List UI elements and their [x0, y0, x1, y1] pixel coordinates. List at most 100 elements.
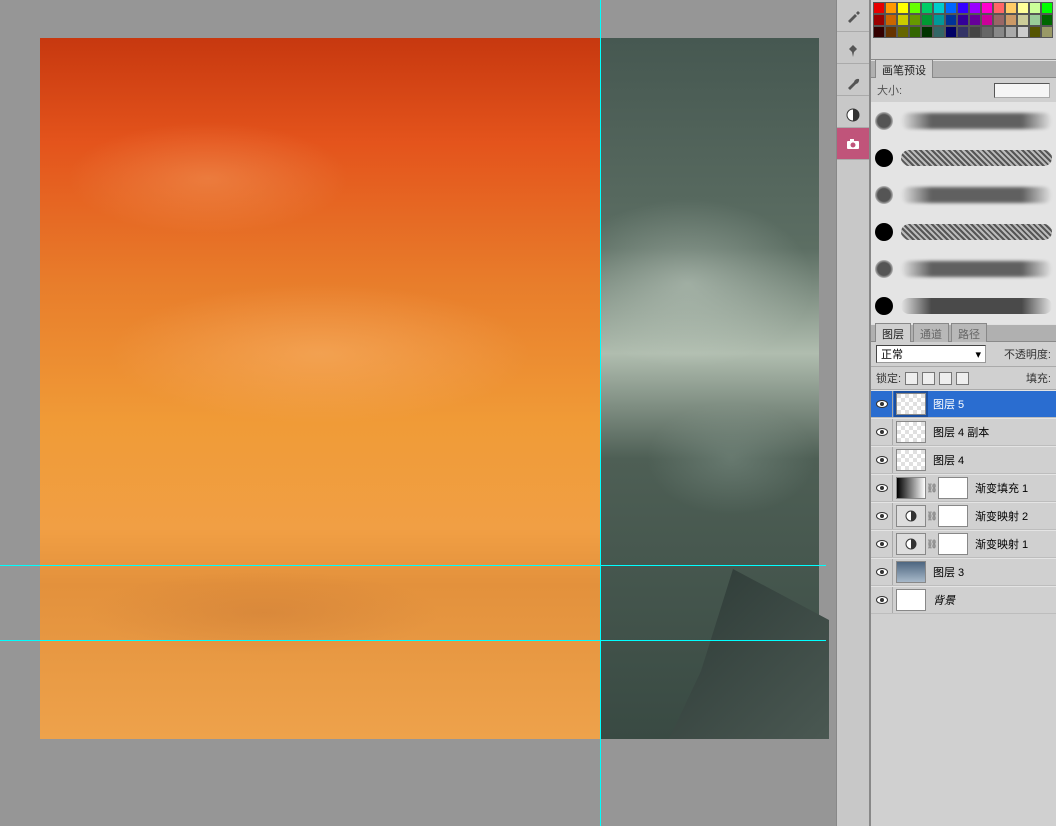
layer-thumbnail[interactable]: [896, 533, 926, 555]
document-canvas[interactable]: [40, 38, 819, 739]
lock-all-icon[interactable]: [956, 372, 969, 385]
visibility-toggle[interactable]: [871, 531, 893, 557]
tab-paths[interactable]: 路径: [951, 323, 987, 344]
layer-thumbnail[interactable]: [896, 449, 926, 471]
layer-row[interactable]: ⛓渐变填充 1: [871, 474, 1056, 502]
swatch[interactable]: [1041, 26, 1053, 38]
swatch[interactable]: [957, 26, 969, 38]
tab-layers[interactable]: 图层: [875, 323, 911, 344]
swatch[interactable]: [1041, 2, 1053, 14]
layer-name[interactable]: 图层 5: [929, 396, 1056, 412]
swatch[interactable]: [897, 2, 909, 14]
layer-row[interactable]: 图层 4: [871, 446, 1056, 474]
swatch[interactable]: [873, 14, 885, 26]
layer-name[interactable]: 图层 4: [929, 452, 1056, 468]
layer-thumbnail[interactable]: [896, 477, 926, 499]
swatch[interactable]: [945, 2, 957, 14]
brush-preset-item[interactable]: [875, 108, 1052, 133]
blend-mode-select[interactable]: 正常 ▾: [876, 345, 986, 363]
camera-icon[interactable]: [837, 128, 869, 160]
mask-thumbnail[interactable]: [938, 477, 968, 499]
brush-preset-item[interactable]: [875, 145, 1052, 170]
layer-thumbnail[interactable]: [896, 421, 926, 443]
swatch[interactable]: [885, 2, 897, 14]
swatch[interactable]: [945, 14, 957, 26]
swatch[interactable]: [1017, 26, 1029, 38]
layer-thumbnail[interactable]: [896, 589, 926, 611]
guide-vertical[interactable]: [600, 0, 601, 826]
visibility-toggle[interactable]: [871, 559, 893, 585]
pin-icon[interactable]: [837, 32, 869, 64]
swatch[interactable]: [993, 26, 1005, 38]
brush-preset-item[interactable]: [875, 256, 1052, 281]
swatch[interactable]: [1029, 26, 1041, 38]
swatch[interactable]: [1017, 2, 1029, 14]
swatch[interactable]: [933, 26, 945, 38]
swatch[interactable]: [993, 14, 1005, 26]
brush-preset-item[interactable]: [875, 293, 1052, 318]
layer-row[interactable]: ⛓ 渐变映射 2: [871, 502, 1056, 530]
layer-name[interactable]: 渐变映射 2: [971, 508, 1056, 524]
swatch[interactable]: [969, 26, 981, 38]
layer-row[interactable]: ⛓渐变映射 1: [871, 530, 1056, 558]
mask-thumbnail[interactable]: [938, 505, 968, 527]
swatch[interactable]: [921, 14, 933, 26]
brush-preset-item[interactable]: [875, 219, 1052, 244]
half-circle-icon[interactable]: [837, 96, 869, 128]
lock-position-icon[interactable]: [939, 372, 952, 385]
swatch[interactable]: [873, 26, 885, 38]
swatch[interactable]: [921, 26, 933, 38]
swatch[interactable]: [981, 26, 993, 38]
link-icon[interactable]: ⛓: [929, 483, 935, 494]
swatch[interactable]: [1017, 14, 1029, 26]
swatch[interactable]: [909, 2, 921, 14]
guide-horizontal-2[interactable]: [0, 640, 826, 641]
swatch[interactable]: [921, 2, 933, 14]
swatch[interactable]: [933, 2, 945, 14]
swatch[interactable]: [897, 14, 909, 26]
swatch[interactable]: [957, 2, 969, 14]
layer-name[interactable]: 图层 4 副本: [929, 424, 1056, 440]
swatch[interactable]: [1041, 14, 1053, 26]
visibility-toggle[interactable]: [871, 475, 893, 501]
swatch[interactable]: [885, 14, 897, 26]
lock-pixels-icon[interactable]: [922, 372, 935, 385]
layer-row[interactable]: 图层 4 副本: [871, 418, 1056, 446]
swatch[interactable]: [1029, 14, 1041, 26]
swatch[interactable]: [981, 14, 993, 26]
layer-thumbnail[interactable]: [896, 393, 926, 415]
mask-thumbnail[interactable]: [938, 533, 968, 555]
layer-list[interactable]: 图层 5图层 4 副本图层 4⛓渐变填充 1⛓渐变映射 2⛓渐变映射 1图层 3…: [871, 390, 1056, 826]
swatch[interactable]: [909, 14, 921, 26]
layer-name[interactable]: 图层 3: [929, 564, 1056, 580]
swatch[interactable]: [969, 2, 981, 14]
brush-preset-item[interactable]: [875, 182, 1052, 207]
guide-horizontal-1[interactable]: [0, 565, 826, 566]
visibility-toggle[interactable]: [871, 391, 893, 417]
layer-row[interactable]: 图层 5: [871, 390, 1056, 418]
swatch[interactable]: [1005, 26, 1017, 38]
swatch[interactable]: [981, 2, 993, 14]
swatch[interactable]: [873, 2, 885, 14]
swatch[interactable]: [993, 2, 1005, 14]
layer-name[interactable]: 背景: [929, 592, 1056, 608]
layer-row[interactable]: 图层 3: [871, 558, 1056, 586]
brush-preset-list[interactable]: [871, 102, 1056, 324]
link-icon[interactable]: ⛓: [929, 511, 935, 522]
brush-size-input[interactable]: [994, 83, 1050, 98]
swatch[interactable]: [909, 26, 921, 38]
visibility-toggle[interactable]: [871, 447, 893, 473]
swatch[interactable]: [957, 14, 969, 26]
tab-channels[interactable]: 通道: [913, 323, 949, 344]
lock-transparency-icon[interactable]: [905, 372, 918, 385]
swatch[interactable]: [969, 14, 981, 26]
swatch[interactable]: [1005, 2, 1017, 14]
swatch[interactable]: [945, 26, 957, 38]
canvas-area[interactable]: [0, 0, 836, 826]
swatch[interactable]: [885, 26, 897, 38]
tab-brush-presets[interactable]: 画笔预设: [875, 59, 933, 80]
layer-row[interactable]: 背景: [871, 586, 1056, 614]
layer-thumbnail[interactable]: [896, 561, 926, 583]
layer-thumbnail[interactable]: [896, 505, 926, 527]
swatch[interactable]: [933, 14, 945, 26]
